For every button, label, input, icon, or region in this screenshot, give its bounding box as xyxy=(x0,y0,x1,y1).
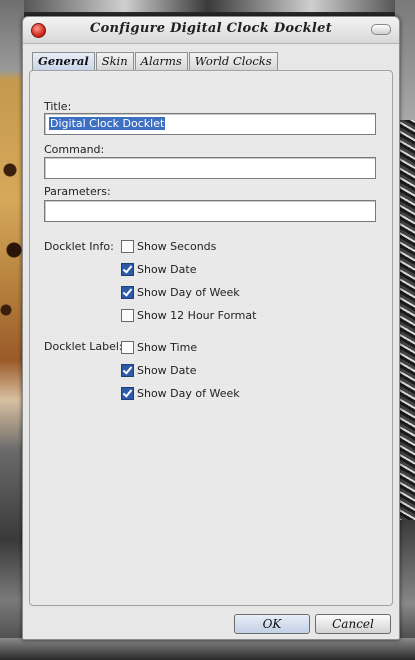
show-seconds-checkbox[interactable]: Show Seconds xyxy=(121,238,216,254)
desktop-background-bottom xyxy=(0,638,415,660)
checkbox-label: Show Day of Week xyxy=(137,285,240,299)
desktop-background-left xyxy=(0,0,24,660)
title-field-value: Digital Clock Docklet xyxy=(49,117,166,130)
show-12-hour-format-checkbox[interactable]: Show 12 Hour Format xyxy=(121,307,256,323)
checkbox-box[interactable] xyxy=(121,285,134,299)
title-bar[interactable]: Configure Digital Clock Docklet xyxy=(23,17,399,44)
tab-alarms[interactable]: Alarms xyxy=(134,52,188,70)
docklet-label-label: Docklet Label: xyxy=(44,340,123,353)
window-title: Configure Digital Clock Docklet xyxy=(89,21,333,36)
desktop-background-top xyxy=(0,0,415,12)
label-show-day-of-week-checkbox[interactable]: Show Day of Week xyxy=(121,385,240,401)
docklet-info-label: Docklet Info: xyxy=(44,240,114,253)
parameters-field[interactable] xyxy=(44,200,376,222)
checkbox-box[interactable] xyxy=(121,386,134,400)
tab-general[interactable]: General xyxy=(32,52,95,70)
label-show-time-checkbox[interactable]: Show Time xyxy=(121,339,197,355)
command-field[interactable] xyxy=(44,157,376,179)
show-day-of-week-checkbox[interactable]: Show Day of Week xyxy=(121,284,240,300)
checkbox-box[interactable] xyxy=(121,340,134,354)
checkbox-label: Show Date xyxy=(137,262,197,276)
checkbox-label: Show 12 Hour Format xyxy=(137,308,257,322)
checkbox-label: Show Seconds xyxy=(137,239,217,253)
configure-dialog: Configure Digital Clock Docklet General … xyxy=(22,16,400,640)
checkbox-label: Show Day of Week xyxy=(137,386,240,400)
checkbox-box[interactable] xyxy=(121,363,134,377)
tab-skin[interactable]: Skin xyxy=(95,52,134,70)
checkbox-box[interactable] xyxy=(121,308,134,322)
cancel-button[interactable]: Cancel xyxy=(315,614,391,634)
tab-world-clocks[interactable]: World Clocks xyxy=(188,52,278,70)
checkbox-label: Show Time xyxy=(137,340,198,354)
checkbox-label: Show Date xyxy=(137,363,197,377)
tab-bar: General Skin Alarms World Clocks xyxy=(32,52,279,70)
ok-button[interactable]: OK xyxy=(234,614,310,634)
general-panel: Title: Digital Clock Docklet Command: Pa… xyxy=(29,70,393,606)
command-label: Command: xyxy=(44,143,105,156)
collapse-button[interactable] xyxy=(371,24,391,35)
parameters-label: Parameters: xyxy=(44,185,111,198)
label-show-date-checkbox[interactable]: Show Date xyxy=(121,362,196,378)
show-date-checkbox[interactable]: Show Date xyxy=(121,261,196,277)
title-label: Title: xyxy=(44,100,72,113)
checkbox-box[interactable] xyxy=(121,239,134,253)
checkbox-box[interactable] xyxy=(121,262,134,276)
title-field[interactable]: Digital Clock Docklet xyxy=(44,113,376,135)
